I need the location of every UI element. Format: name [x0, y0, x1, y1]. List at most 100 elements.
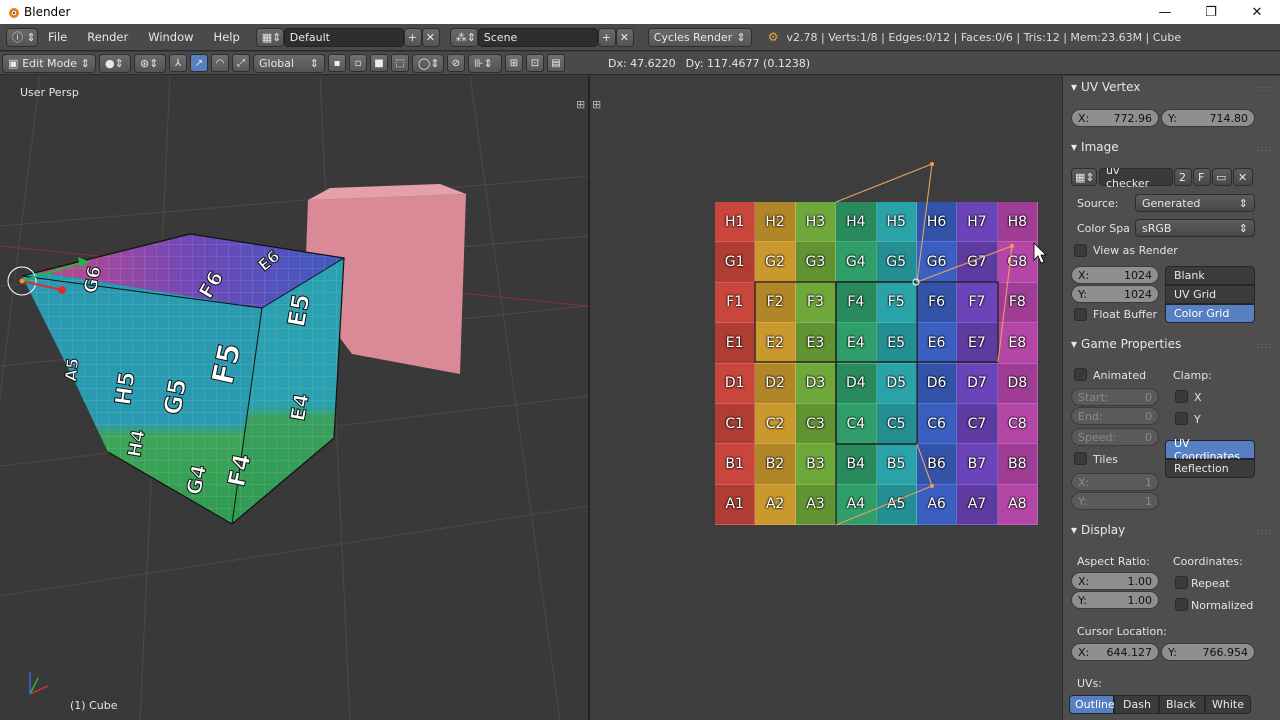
limit-selection-icon[interactable]: ⬚ — [391, 54, 409, 72]
snap-toggle-icon[interactable]: ⊘ — [447, 54, 465, 72]
image-panel-header[interactable]: ▾ Image — [1071, 140, 1119, 154]
unlink-image-icon[interactable]: ✕ — [1233, 168, 1253, 186]
3d-scene[interactable]: F5 E5 F4 E4 G5 H5 G4 H4 F6 E6 G6 A5 — [0, 76, 588, 720]
snap-element-select[interactable]: ⊪ ⇕ — [468, 53, 502, 73]
panel-grip-icon[interactable]: :::: — [1257, 341, 1272, 350]
anim-start-field[interactable]: Start: 0 — [1071, 388, 1159, 406]
tiles-checkbox[interactable] — [1074, 452, 1087, 465]
cursor-location-label: Cursor Location: — [1077, 625, 1167, 638]
manipulator-toggle-icon[interactable]: ⅄ — [169, 54, 187, 72]
animated-label: Animated — [1093, 369, 1147, 382]
image-height-field[interactable]: Y: 1024 — [1071, 285, 1159, 303]
uv-style-outline[interactable]: Outline — [1069, 695, 1115, 714]
mapping-reflection[interactable]: Reflection — [1165, 459, 1255, 478]
maximize-button[interactable]: ❐ — [1188, 0, 1234, 24]
mapping-uv-coordinates[interactable]: UV Coordinates — [1165, 437, 1255, 463]
face-select-icon[interactable]: ■ — [370, 54, 388, 72]
image-browse-button[interactable]: ▦ ⇕ — [1071, 168, 1097, 186]
scene-name-field[interactable]: Scene — [477, 27, 598, 47]
coordinates-label: Coordinates: — [1173, 555, 1243, 568]
proportional-icon: ◯ — [418, 56, 431, 70]
generated-type-color-grid[interactable]: Color Grid — [1165, 304, 1255, 323]
transform-orientation-select[interactable]: Global ⇕ — [253, 53, 325, 73]
clamp-x-checkbox[interactable] — [1175, 390, 1188, 403]
anim-end-field[interactable]: End: 0 — [1071, 407, 1159, 425]
uv-vertex-panel-header[interactable]: ▾ UV Vertex — [1071, 80, 1140, 94]
scale-manipulator-icon[interactable]: ⤢ — [232, 54, 250, 72]
render-engine-select[interactable]: Cycles Render ⇕ — [647, 27, 752, 47]
clamp-y-checkbox[interactable] — [1175, 412, 1188, 425]
display-panel-header[interactable]: ▾ Display — [1071, 523, 1125, 537]
editor-type-info-button[interactable]: ⓘ ⇕ — [6, 27, 38, 47]
clamp-y-label: Y — [1194, 413, 1201, 426]
fake-user-button[interactable]: F — [1193, 168, 1211, 186]
generated-type-blank[interactable]: Blank — [1165, 266, 1255, 285]
panel-grip-icon[interactable]: :::: — [1257, 84, 1272, 93]
remove-layout-icon[interactable]: ✕ — [421, 27, 440, 47]
uv-vertex-y-field[interactable]: Y: 714.80 — [1161, 109, 1255, 127]
edge-select-icon[interactable]: ▫ — [349, 54, 367, 72]
proportional-edit-select[interactable]: ◯ ⇕ — [412, 53, 444, 73]
game-properties-header[interactable]: ▾ Game Properties — [1071, 337, 1181, 351]
3d-view-header: ▣ Edit Mode ⇕ ● ⇕ ⊛ ⇕ ⅄ ↗ ◠ ⤢ Global ⇕ ▪ ▫ ■ … — [0, 52, 590, 75]
image-width-field[interactable]: X: 1024 — [1071, 266, 1159, 284]
normalized-checkbox[interactable] — [1175, 598, 1188, 611]
cursor-y-field[interactable]: Y: 766.954 — [1161, 643, 1255, 661]
uv-vertex-x-field[interactable]: X: 772.96 — [1071, 109, 1159, 127]
cursor-x-field[interactable]: X: 644.127 — [1071, 643, 1159, 661]
mode-select[interactable]: ▣ Edit Mode ⇕ — [2, 53, 96, 73]
anim-speed-field[interactable]: Speed: 0 — [1071, 428, 1159, 446]
source-select[interactable]: Generated ⇕ — [1135, 194, 1255, 212]
vertex-select-icon[interactable]: ▪ — [328, 54, 346, 72]
image-width-value: 1024 — [1124, 268, 1152, 282]
menu-window[interactable]: Window — [138, 30, 203, 44]
transform-delta-x: Dx: 47.6220 — [608, 56, 676, 70]
image-name-field[interactable]: uv checker — [1099, 164, 1173, 190]
3d-viewport[interactable]: F5 E5 F4 E4 G5 H5 G4 H4 F6 E6 G6 A5 User — [0, 76, 588, 720]
uv-image-editor[interactable]: ⊞ H1 H2 H3 H4 H5 H6 H7 H8 G1 G2 G3 G4 G5 G6 G7 G8 F1 F2 F3… — [590, 76, 1062, 720]
remove-scene-icon[interactable]: ✕ — [615, 27, 634, 47]
viewport-shading-select[interactable]: ● ⇕ — [99, 53, 131, 73]
float-buffer-checkbox[interactable] — [1074, 308, 1087, 321]
scene-browse-button[interactable]: ⁂ ⇕ — [449, 27, 478, 47]
minimize-button[interactable]: — — [1142, 0, 1188, 24]
panel-grip-icon[interactable]: :::: — [1257, 144, 1272, 153]
rotate-manipulator-icon[interactable]: ◠ — [211, 54, 229, 72]
uv-editor-header: Dx: 47.6220 Dy: 117.4677 (0.1238) — [590, 52, 1280, 75]
snap-target-icon[interactable]: ⊞ — [505, 54, 523, 72]
area-split-icon[interactable]: ⊞ — [576, 98, 585, 111]
uv-mesh-overlay[interactable] — [590, 76, 1062, 720]
uv-style-white[interactable]: White — [1205, 695, 1251, 714]
info-icon: ⓘ — [12, 31, 23, 44]
layout-browse-button[interactable]: ▦ ⇕ — [255, 27, 284, 47]
menu-render[interactable]: Render — [77, 30, 138, 44]
animated-checkbox[interactable] — [1074, 368, 1087, 381]
pivot-point-select[interactable]: ⊛ ⇕ — [134, 53, 166, 73]
add-scene-icon[interactable]: + — [597, 27, 616, 47]
uv-style-black[interactable]: Black — [1159, 695, 1205, 714]
panel-grip-icon[interactable]: :::: — [1257, 527, 1272, 536]
image-users-count[interactable]: 2 — [1174, 168, 1192, 186]
add-layout-icon[interactable]: + — [403, 27, 422, 47]
uv-style-dash[interactable]: Dash — [1114, 695, 1159, 714]
aspect-x-field[interactable]: X: 1.00 — [1071, 572, 1159, 590]
open-image-icon[interactable]: ▭ — [1212, 168, 1232, 186]
anim-start-value: 0 — [1145, 390, 1152, 404]
tiles-y-label: Y: — [1078, 494, 1087, 508]
tiles-y-field[interactable]: Y: 1 — [1071, 492, 1159, 510]
generated-type-uv-grid[interactable]: UV Grid — [1165, 285, 1255, 304]
repeat-checkbox[interactable] — [1175, 576, 1188, 589]
opengl-render-icon[interactable]: ▤ — [547, 54, 565, 72]
menu-help[interactable]: Help — [204, 30, 250, 44]
textured-cube-object[interactable]: F5 E5 F4 E4 G5 H5 G4 H4 F6 E6 G6 A5 — [21, 233, 345, 525]
mouse-pointer-icon — [1033, 242, 1047, 264]
view-as-render-checkbox[interactable] — [1074, 244, 1087, 257]
tiles-x-field[interactable]: X: 1 — [1071, 473, 1159, 491]
translate-manipulator-icon[interactable]: ↗ — [190, 54, 208, 72]
layout-name-field[interactable]: Default — [283, 27, 404, 47]
close-button[interactable]: ✕ — [1234, 0, 1280, 24]
colorspace-select[interactable]: sRGB ⇕ — [1135, 219, 1255, 237]
aspect-y-field[interactable]: Y: 1.00 — [1071, 591, 1159, 609]
menu-file[interactable]: File — [38, 30, 77, 44]
render-preview-icon[interactable]: ⊡ — [526, 54, 544, 72]
